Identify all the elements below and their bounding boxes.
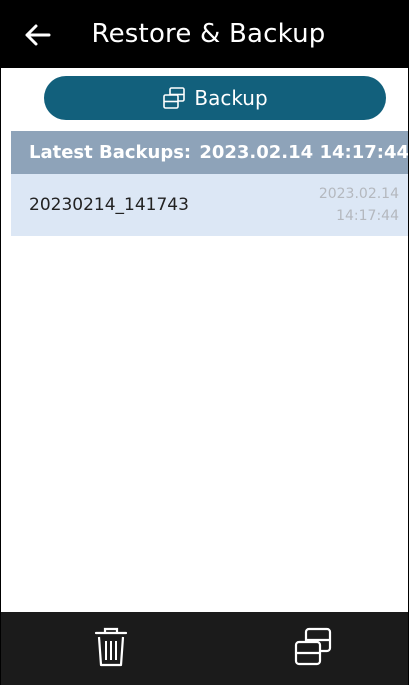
app-frame: Restore & Backup Backup Latest Backups: … [0,0,409,685]
backup-list-item[interactable]: 20230214_141743 2023.02.14 14:17:44 [11,174,408,236]
latest-backup-label: Latest Backups: [29,142,192,163]
delete-button[interactable] [88,624,134,670]
backup-time: 14:17:44 [336,208,399,224]
restore-button[interactable] [290,624,336,670]
trash-icon [94,627,128,667]
latest-backup-value: 2023.02.14 14:17:44 [199,142,409,163]
backup-button[interactable]: Backup [44,76,386,120]
backup-button-label: Backup [194,86,268,110]
backup-timestamp: 2023.02.14 14:17:44 [319,183,399,227]
backup-name: 20230214_141743 [29,195,189,215]
bottom-toolbar [1,612,408,685]
backup-icon [162,86,186,110]
backup-date: 2023.02.14 [318,186,399,202]
restore-icon [294,627,332,666]
page-title: Restore & Backup [91,19,326,49]
arrow-left-icon [25,24,51,46]
header-bar: Restore & Backup [1,0,408,68]
backup-list: 20230214_141743 2023.02.14 14:17:44 [11,174,408,236]
back-button[interactable] [23,19,63,51]
latest-backup-bar: Latest Backups: 2023.02.14 14:17:44 [11,131,409,174]
